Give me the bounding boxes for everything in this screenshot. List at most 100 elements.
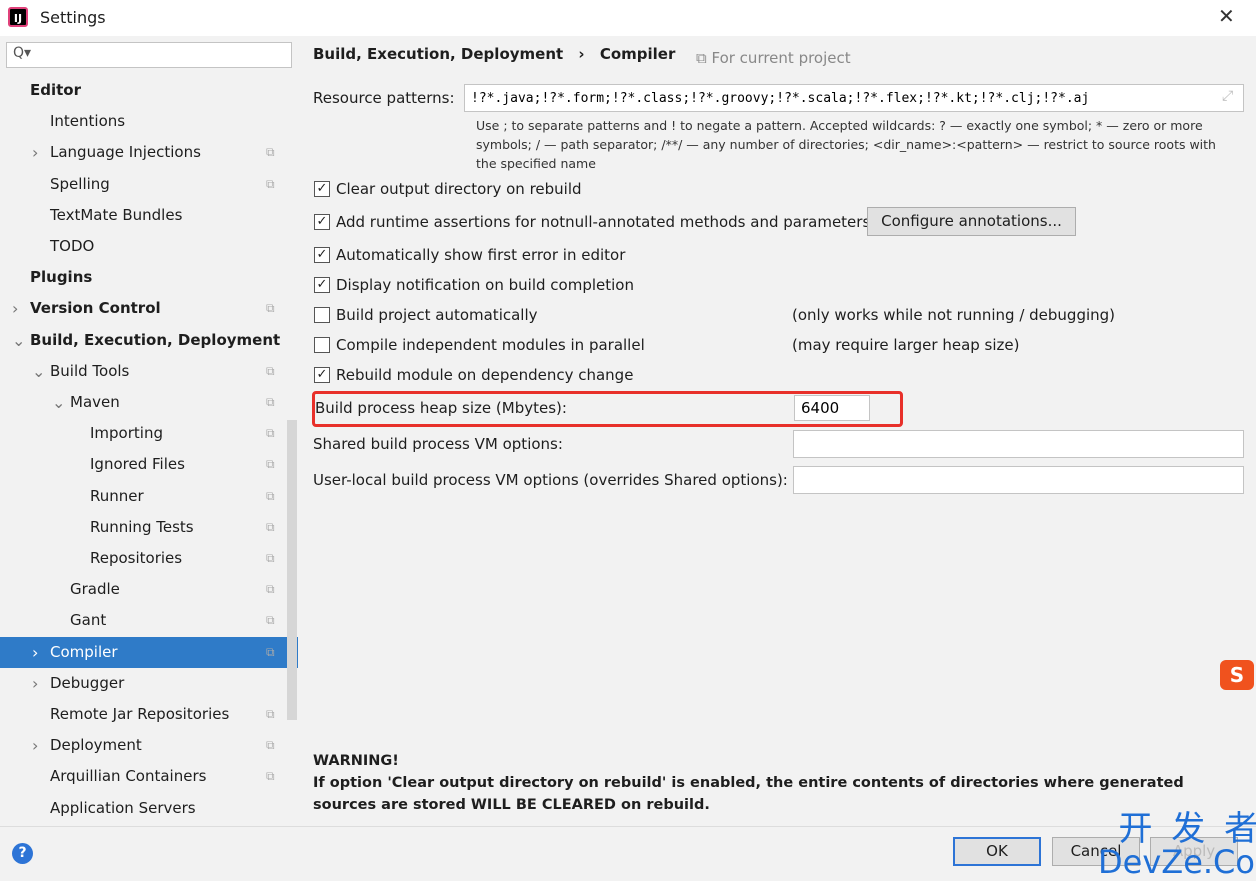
sidebar-item-importing[interactable]: Importing ⧉ [0, 418, 298, 449]
sidebar-item-editor[interactable]: Editor [0, 75, 298, 106]
sidebar-item-compiler[interactable]: › Compiler ⧉ [0, 636, 298, 668]
sidebar-item-label: Arquillian Containers [50, 767, 207, 786]
option-checkbox[interactable]: Compile independent modules in parallel [314, 336, 645, 354]
chevron-right-icon[interactable]: › [32, 637, 38, 668]
project-scope-icon: ⧉ [266, 488, 275, 503]
sidebar-item-textmate-bundles[interactable]: TextMate Bundles [0, 200, 298, 231]
sidebar-item-todo[interactable]: TODO [0, 231, 298, 262]
checkbox-unchecked-icon[interactable] [314, 307, 330, 323]
project-scope-icon: ⧉ [266, 457, 275, 472]
sidebar-item-label: Runner [90, 486, 144, 505]
sidebar-item-label: Compiler [50, 642, 118, 661]
project-scope-icon: ⧉ [266, 613, 275, 628]
chevron-right-icon[interactable]: › [12, 293, 18, 324]
user-vm-input[interactable] [793, 466, 1244, 494]
sidebar-item-label: Gant [70, 611, 107, 630]
sidebar-item-gradle[interactable]: Gradle ⧉ [0, 574, 298, 605]
sidebar-item-maven[interactable]: ⌄ Maven ⧉ [0, 387, 298, 418]
checkbox-unchecked-icon[interactable] [314, 337, 330, 353]
checkbox-checked-icon[interactable]: ✓ [314, 367, 330, 383]
sidebar-item-ignored-files[interactable]: Ignored Files ⧉ [0, 449, 298, 480]
option-label: Display notification on build completion [336, 276, 634, 294]
sidebar-item-deployment[interactable]: › Deployment ⧉ [0, 730, 298, 761]
breadcrumb-current: Compiler [599, 45, 676, 63]
sidebar-item-build-execution-deployment[interactable]: ⌄ Build, Execution, Deployment [0, 325, 298, 356]
sidebar-item-label: Build, Execution, Deployment [30, 330, 281, 349]
sidebar-item-label: Maven [70, 393, 120, 411]
chevron-down-icon[interactable]: ⌄ [12, 325, 25, 356]
user-vm-label: User-local build process VM options (ove… [313, 471, 788, 489]
checkbox-checked-icon[interactable]: ✓ [314, 277, 330, 293]
sidebar-item-label: Remote Jar Repositories [50, 705, 230, 723]
project-scope-icon: ⧉ [266, 395, 275, 409]
project-scope-icon: ⧉ [266, 145, 275, 160]
project-scope-icon: ⧉ [266, 738, 275, 753]
project-scope-icon: ⧉ [266, 644, 275, 659]
sidebar-item-build-tools[interactable]: ⌄ Build Tools ⧉ [0, 356, 298, 387]
sidebar-item-application-servers[interactable]: Application Servers [0, 793, 298, 824]
option-label: Compile independent modules in parallel [336, 336, 645, 354]
checkbox-checked-icon[interactable]: ✓ [314, 181, 330, 197]
watermark-line1: 开 发 者 [1118, 809, 1256, 849]
sidebar-item-repositories[interactable]: Repositories ⧉ [0, 543, 298, 574]
heap-size-input[interactable] [794, 395, 870, 421]
sidebar-item-intentions[interactable]: Intentions [0, 106, 298, 137]
close-icon[interactable]: ✕ [1218, 4, 1235, 28]
ok-button[interactable]: OK [953, 837, 1041, 866]
project-scope-icon: ⧉ [266, 582, 275, 597]
sidebar-item-version-control[interactable]: › Version Control ⧉ [0, 293, 298, 324]
title-bar: IJ Settings ✕ [0, 0, 1256, 36]
sidebar-item-label: Editor [30, 81, 81, 99]
project-scope-icon: ⧉ [266, 301, 275, 316]
sidebar-item-gant[interactable]: Gant ⧉ [0, 605, 298, 636]
sidebar-item-remote-jar-repositories[interactable]: Remote Jar Repositories ⧉ [0, 699, 298, 730]
breadcrumb-parent[interactable]: Build, Execution, Deployment [313, 45, 563, 63]
sidebar-item-label: TextMate Bundles [50, 205, 183, 224]
sogou-ime-icon[interactable]: S [1220, 660, 1254, 690]
search-icon: Q▾ [13, 45, 32, 61]
configure-annotations-button[interactable]: Configure annotations... [867, 207, 1076, 236]
option-checkbox[interactable]: Build project automatically [314, 306, 538, 324]
chevron-right-icon[interactable]: › [32, 137, 38, 168]
sidebar-item-arquillian-containers[interactable]: Arquillian Containers ⧉ [0, 761, 298, 792]
chevron-down-icon[interactable]: ⌄ [32, 356, 45, 387]
option-label: Build project automatically [336, 306, 538, 324]
devze-watermark: 开 发 者 DevZe.CoM [1098, 812, 1256, 878]
checkbox-checked-icon[interactable]: ✓ [314, 214, 330, 230]
sidebar-item-label: Deployment [50, 736, 142, 755]
option-checkbox[interactable]: ✓ Automatically show first error in edito… [314, 246, 625, 264]
sidebar-item-debugger[interactable]: › Debugger [0, 668, 298, 699]
checkbox-checked-icon[interactable]: ✓ [314, 247, 330, 263]
breadcrumb-separator-icon: › [578, 45, 585, 63]
project-scope-icon: ⧉ [266, 707, 275, 721]
sidebar-scrollbar[interactable] [287, 420, 297, 720]
option-checkbox[interactable]: ✓ Display notification on build completio… [314, 276, 634, 294]
option-label: Add runtime assertions for notnull-annot… [336, 213, 871, 231]
help-icon[interactable]: ? [12, 843, 33, 864]
option-checkbox[interactable]: ✓ Rebuild module on dependency change [314, 366, 633, 384]
shared-vm-input[interactable] [793, 430, 1244, 458]
watermark-line2: DevZe.CoM [1098, 843, 1256, 881]
project-scope-icon: ⧉ [266, 363, 275, 378]
chevron-right-icon[interactable]: › [32, 730, 38, 761]
resource-patterns-help: Use ; to separate patterns and ! to nega… [476, 118, 1216, 171]
sidebar-item-spelling[interactable]: Spelling ⧉ [0, 169, 298, 200]
option-note: (may require larger heap size) [792, 336, 1020, 354]
expand-icon[interactable]: ⤢ [1222, 88, 1233, 104]
chevron-down-icon[interactable]: ⌄ [52, 387, 65, 418]
sidebar-item-label: Spelling [50, 174, 110, 193]
sidebar-item-label: Version Control [30, 299, 161, 318]
sidebar-item-language-injections[interactable]: › Language Injections ⧉ [0, 137, 298, 168]
resource-patterns-input[interactable] [464, 84, 1244, 112]
option-checkbox[interactable]: ✓ Add runtime assertions for notnull-anno… [314, 213, 870, 231]
sidebar-item-runner[interactable]: Runner ⧉ [0, 481, 298, 512]
sidebar-item-running-tests[interactable]: Running Tests ⧉ [0, 512, 298, 543]
option-checkbox[interactable]: ✓ Clear output directory on rebuild [314, 180, 582, 198]
settings-search-input[interactable]: Q▾ [6, 42, 292, 68]
sidebar-item-label: Application Servers [50, 798, 196, 817]
breadcrumb: Build, Execution, Deployment › Compiler [313, 45, 675, 63]
sidebar-item-label: Ignored Files [90, 455, 185, 474]
sidebar-item-plugins[interactable]: Plugins [0, 262, 298, 293]
chevron-right-icon[interactable]: › [32, 668, 38, 699]
project-scope-icon: ⧉ [266, 426, 275, 441]
